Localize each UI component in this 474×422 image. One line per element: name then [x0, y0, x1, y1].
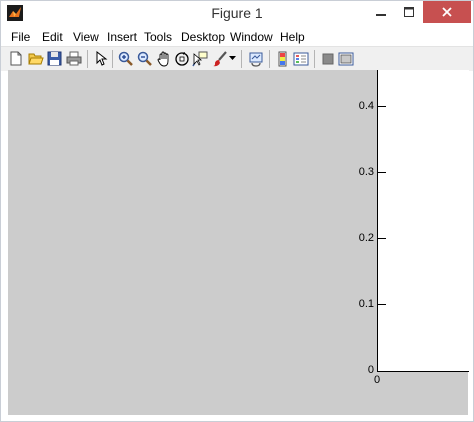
menu-tools[interactable]: Tools [144, 30, 172, 44]
plot-axes[interactable] [377, 70, 469, 372]
brush-icon [212, 50, 227, 66]
y-tick [378, 304, 386, 305]
link-plot-button[interactable] [247, 50, 264, 67]
y-tick [378, 106, 386, 107]
link-plot-icon [249, 52, 262, 67]
y-tick-label: 0 [367, 364, 374, 376]
colorbar-button[interactable] [274, 50, 291, 67]
data-cursor-icon [191, 51, 207, 66]
pointer-icon [96, 51, 107, 66]
show-plot-tools-icon [338, 52, 353, 65]
zoom-out-button[interactable] [136, 50, 153, 67]
pointer-button[interactable] [92, 50, 109, 67]
brush-dropdown[interactable] [228, 50, 237, 67]
figure-canvas[interactable]: 0.4 0.3 0.2 0.1 0 0 [8, 70, 469, 415]
close-icon [442, 7, 452, 17]
maximize-button[interactable] [395, 1, 423, 23]
toolbar-separator [87, 50, 88, 68]
figure-toolbar [1, 46, 473, 71]
figure-window: Figure 1 File Edit View Insert Tools Des… [0, 0, 474, 422]
menu-window[interactable]: Window [230, 30, 273, 44]
menu-insert[interactable]: Insert [107, 30, 137, 44]
y-tick-label: 0.2 [358, 232, 374, 244]
toolbar-separator [314, 50, 315, 68]
y-tick [378, 238, 386, 239]
zoom-in-icon [118, 51, 133, 66]
menu-desktop[interactable]: Desktop [181, 30, 225, 44]
maximize-icon [404, 7, 414, 17]
new-figure-icon [10, 51, 22, 66]
print-icon [66, 51, 81, 66]
menu-help[interactable]: Help [280, 30, 305, 44]
new-figure-button[interactable] [8, 50, 25, 67]
close-button[interactable] [423, 1, 471, 23]
save-icon [47, 51, 62, 66]
rotate-3d-button[interactable] [173, 50, 190, 67]
print-button[interactable] [65, 50, 82, 67]
minimize-button[interactable] [367, 1, 395, 23]
menu-view[interactable]: View [73, 30, 99, 44]
rotate-3d-icon [174, 51, 189, 66]
y-tick-label: 0.3 [358, 166, 374, 178]
save-button[interactable] [46, 50, 63, 67]
zoom-out-icon [137, 51, 152, 66]
hide-plot-tools-button[interactable] [319, 50, 336, 67]
minimize-icon [376, 14, 386, 16]
pan-button[interactable] [155, 50, 172, 67]
zoom-in-button[interactable] [117, 50, 134, 67]
open-file-icon [27, 53, 44, 65]
colorbar-icon [278, 51, 286, 66]
legend-button[interactable] [292, 50, 309, 67]
pan-icon [157, 51, 168, 66]
legend-icon [293, 52, 308, 65]
toolbar-separator [112, 50, 113, 68]
menu-file[interactable]: File [11, 30, 30, 44]
menu-bar: File Edit View Insert Tools Desktop Wind… [1, 28, 473, 46]
data-cursor-button[interactable] [191, 50, 208, 67]
menu-edit[interactable]: Edit [42, 30, 63, 44]
toolbar-separator [269, 50, 270, 68]
toolbar-separator [241, 50, 242, 68]
show-plot-tools-button[interactable] [337, 50, 354, 67]
x-tick-label: 0 [374, 374, 381, 386]
open-file-button[interactable] [27, 50, 44, 67]
hide-plot-tools-icon [322, 53, 333, 64]
y-tick-label: 0.1 [358, 298, 374, 310]
y-tick-label: 0.4 [358, 100, 374, 112]
brush-button[interactable] [211, 50, 228, 67]
title-bar[interactable]: Figure 1 [1, 1, 473, 27]
y-tick [378, 172, 386, 173]
chevron-down-icon [229, 56, 236, 60]
